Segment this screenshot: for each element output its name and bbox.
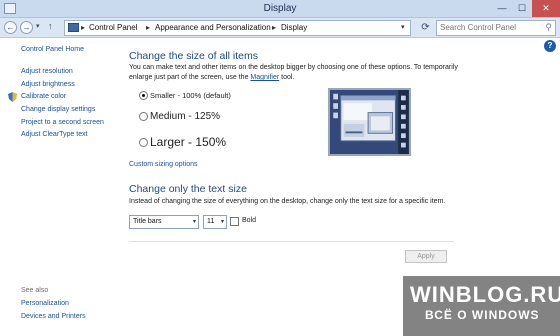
- radio-medium[interactable]: [139, 112, 148, 121]
- font-size-value: 11: [207, 218, 215, 225]
- option-smaller[interactable]: Smaller - 100% (default): [139, 91, 231, 100]
- see-also-devices-printers[interactable]: Devices and Printers: [21, 313, 86, 320]
- option-medium[interactable]: Medium - 125%: [139, 111, 220, 122]
- bold-label[interactable]: Bold: [242, 217, 256, 224]
- back-button[interactable]: ←: [4, 21, 17, 34]
- text-size-description: Instead of changing the size of everythi…: [129, 198, 446, 205]
- divider: [129, 241, 454, 242]
- shield-icon: [8, 92, 17, 102]
- address-bar-row: ← → ▾ ↑ ▸ Control Panel ▸ Appearance and…: [0, 18, 560, 38]
- breadcrumb-separator: ▸: [81, 23, 86, 32]
- search-box[interactable]: ⚲: [436, 20, 556, 36]
- sidebar-item-change-display-settings[interactable]: Change display settings: [21, 106, 95, 113]
- option-medium-label: Medium - 125%: [150, 111, 221, 122]
- refresh-button[interactable]: ⟳: [418, 21, 433, 35]
- maximize-button[interactable]: ☐: [512, 0, 532, 17]
- address-dropdown-icon[interactable]: ▾: [401, 23, 405, 31]
- help-icon[interactable]: ?: [544, 40, 556, 52]
- item-select-value: Title bars: [133, 218, 162, 225]
- breadcrumb-separator: ▸: [146, 23, 151, 32]
- up-button[interactable]: ↑: [48, 21, 53, 31]
- breadcrumb-display[interactable]: Display: [281, 23, 307, 32]
- watermark-logo: WINBLOG.RU: [410, 282, 560, 307]
- size-description: You can make text and other items on the…: [129, 63, 459, 83]
- custom-sizing-link[interactable]: Custom sizing options: [129, 161, 197, 168]
- see-also-personalization[interactable]: Personalization: [21, 300, 69, 307]
- breadcrumb-control-panel[interactable]: Control Panel: [89, 23, 137, 32]
- search-input[interactable]: [440, 23, 540, 32]
- option-larger[interactable]: Larger - 150%: [139, 135, 226, 149]
- font-size-select[interactable]: 11 ▾: [203, 215, 227, 229]
- option-smaller-label: Smaller - 100% (default): [150, 91, 231, 100]
- sidebar-item-project-second-screen[interactable]: Project to a second screen: [21, 119, 104, 126]
- sidebar-item-adjust-cleartype[interactable]: Adjust ClearType text: [21, 131, 88, 138]
- breadcrumb-separator: ▸: [272, 23, 277, 32]
- search-icon[interactable]: ⚲: [545, 22, 552, 33]
- window-title: Display: [263, 3, 297, 14]
- sidebar-item-adjust-resolution[interactable]: Adjust resolution: [21, 68, 73, 75]
- recent-pages-button[interactable]: ▾: [36, 22, 40, 30]
- close-button[interactable]: ✕: [532, 0, 560, 17]
- chevron-down-icon: ▾: [220, 219, 224, 225]
- size-heading: Change the size of all items: [129, 50, 258, 62]
- forward-button[interactable]: →: [20, 21, 33, 34]
- sidebar-item-adjust-brightness[interactable]: Adjust brightness: [21, 81, 75, 88]
- title-bar: Display — ☐ ✕: [0, 0, 560, 18]
- watermark-tagline: ВСЁ О WINDOWS: [425, 308, 540, 322]
- display-preview-image: [328, 88, 411, 156]
- breadcrumb-appearance[interactable]: Appearance and Personalization: [155, 23, 271, 32]
- radio-larger[interactable]: [139, 137, 148, 147]
- magnifier-link[interactable]: Magnifier: [250, 74, 279, 81]
- see-also-heading: See also: [21, 287, 49, 294]
- bold-checkbox[interactable]: [230, 217, 239, 226]
- address-field[interactable]: ▸ Control Panel ▸ Appearance and Persona…: [64, 20, 411, 36]
- text-size-heading: Change only the text size: [129, 183, 247, 195]
- control-panel-icon: [68, 23, 79, 32]
- sidebar-item-control-panel-home[interactable]: Control Panel Home: [21, 46, 84, 53]
- sidebar-item-calibrate-color[interactable]: Calibrate color: [21, 93, 66, 100]
- radio-smaller[interactable]: [139, 91, 148, 100]
- minimize-button[interactable]: —: [492, 0, 512, 17]
- chevron-down-icon: ▾: [192, 219, 196, 225]
- size-description-suffix: tool.: [279, 74, 295, 81]
- option-larger-label: Larger - 150%: [150, 135, 227, 149]
- apply-button[interactable]: Apply: [405, 250, 447, 263]
- item-select[interactable]: Title bars ▾: [129, 215, 199, 229]
